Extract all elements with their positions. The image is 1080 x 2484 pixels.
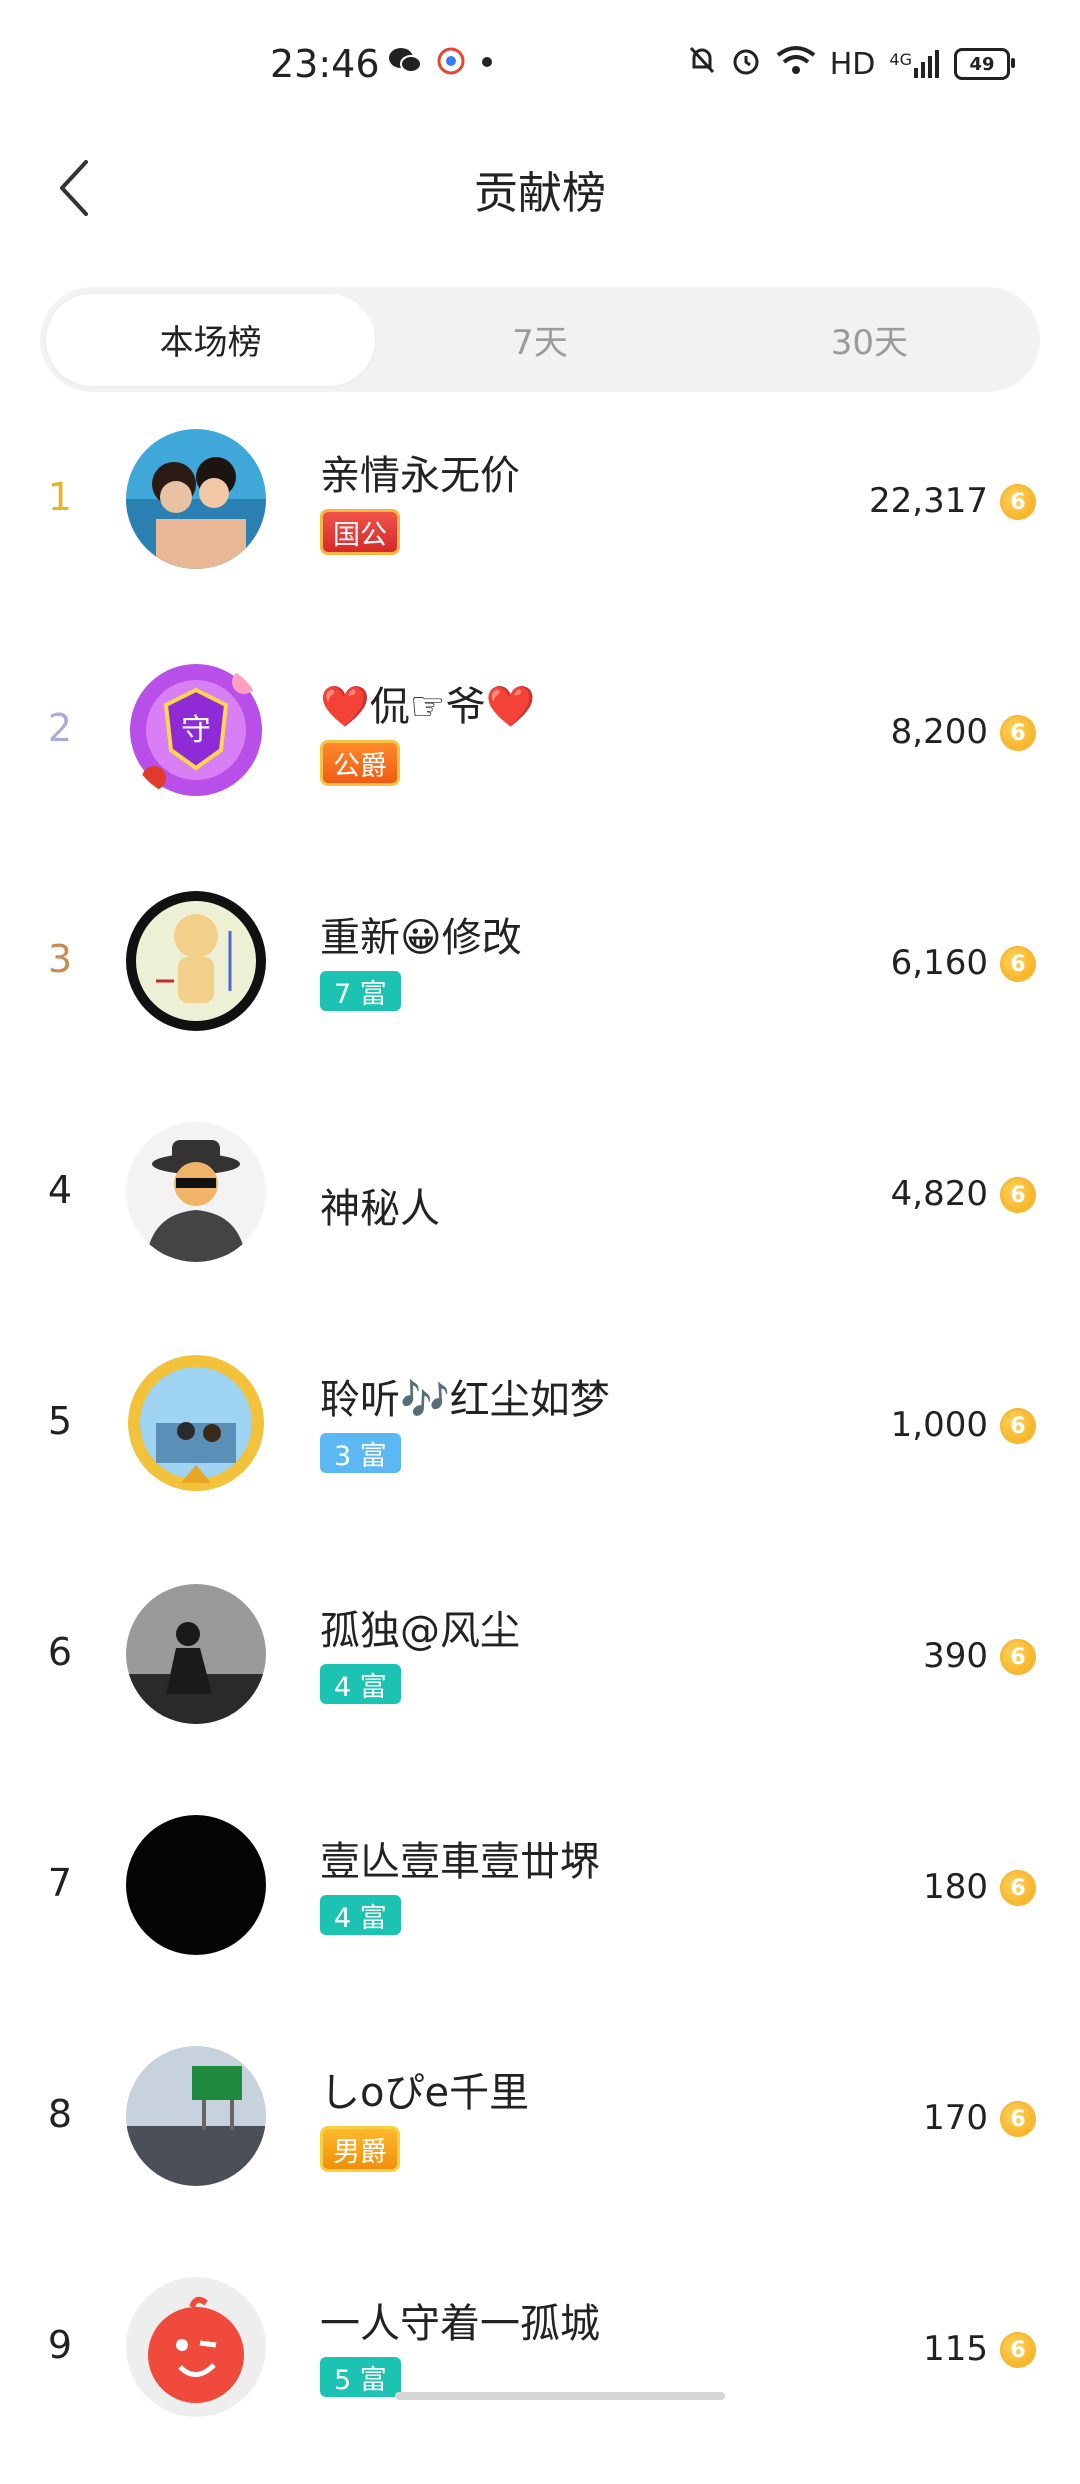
rank-number: 9 [47, 2323, 73, 2367]
avatar[interactable] [126, 891, 266, 1031]
rank-number: 3 [47, 937, 73, 981]
user-name: 孤独@风尘 [320, 1608, 520, 1654]
wealth-badge: 5 富 [320, 2357, 401, 2397]
list-item[interactable]: 1 亲情永无价 国公 22,317 6 [0, 405, 1080, 636]
bell-off-icon [688, 45, 716, 83]
user-name: 亲情永无价 [320, 453, 520, 499]
rank-number: 1 [47, 475, 73, 519]
user-name: 神秘人 [320, 1186, 440, 1232]
contribution-score: 8,200 [890, 712, 988, 752]
signal-icon: 4G [889, 50, 940, 78]
avatar[interactable] [126, 1353, 266, 1493]
contribution-score: 4,820 [890, 1174, 988, 1214]
header: 贡献榜 [0, 135, 1080, 235]
alarm-icon [730, 44, 762, 84]
rank-number: 8 [47, 2092, 73, 2136]
wealth-badge: 4 富 [320, 1895, 401, 1935]
notification-icons [388, 46, 494, 80]
list-item[interactable]: 5 聆听🎶红尘如梦 3 富 1,000 6 [0, 1329, 1080, 1560]
list-item[interactable]: 9 一人守着一孤城 5 富 115 6 [0, 2253, 1080, 2484]
user-name: 重新😀修改 [320, 915, 522, 961]
dot-icon [480, 54, 494, 73]
user-name: 一人守着一孤城 [320, 2301, 600, 2347]
coin-icon: 6 [1000, 1177, 1036, 1213]
avatar[interactable] [126, 429, 266, 569]
coin-icon: 6 [1000, 946, 1036, 982]
system-icons: HD 4G 49 [688, 44, 1015, 84]
contribution-score: 1,000 [890, 1405, 988, 1445]
contribution-score: 22,317 [869, 481, 988, 521]
coin-icon: 6 [1000, 1408, 1036, 1444]
list-item[interactable]: 3 重新😀修改 7 富 6,160 6 [0, 867, 1080, 1098]
rank-number: 4 [47, 1168, 73, 1212]
rank-badge: 国公 [320, 509, 400, 555]
wechat-icon [388, 46, 422, 80]
rank-badge: 公爵 [320, 740, 400, 786]
page-title: 贡献榜 [474, 168, 606, 219]
rank-number: 2 [47, 706, 73, 750]
contribution-score: 390 [923, 1636, 988, 1676]
wealth-badge: 3 富 [320, 1433, 401, 1473]
list-item[interactable]: 8 しoぴe千里 男爵 170 6 [0, 2022, 1080, 2253]
wealth-badge: 4 富 [320, 1664, 401, 1704]
user-name: 壹亾壹車壹丗堺 [320, 1839, 600, 1885]
app-icon [436, 46, 466, 80]
contribution-score: 180 [923, 1867, 988, 1907]
coin-icon: 6 [1000, 715, 1036, 751]
wifi-icon [776, 45, 816, 83]
user-name: しoぴe千里 [320, 2070, 530, 2116]
status-bar: 23:46 HD 4G 49 [0, 0, 1080, 135]
contribution-score: 115 [923, 2329, 988, 2369]
leaderboard-list: 1 亲情永无价 国公 22,317 6 2 守 ❤️侃☞爷❤️ 公爵 8,200… [0, 405, 1080, 2484]
coin-icon: 6 [1000, 1639, 1036, 1675]
tab-7-days[interactable]: 7天 [375, 294, 704, 386]
tab-30-days[interactable]: 30天 [705, 294, 1034, 386]
rank-number: 5 [47, 1399, 73, 1443]
tab-this-session[interactable]: 本场榜 [46, 293, 376, 386]
svg-text:守: 守 [181, 713, 211, 748]
rank-number: 6 [47, 1630, 73, 1674]
avatar[interactable] [126, 1122, 266, 1262]
network-type: HD [829, 46, 876, 82]
list-item[interactable]: 7 壹亾壹車壹丗堺 4 富 180 6 [0, 1791, 1080, 2022]
avatar[interactable] [126, 2046, 266, 2186]
contribution-score: 6,160 [890, 943, 988, 983]
wealth-badge: 7 富 [320, 971, 401, 1011]
home-indicator[interactable] [395, 2392, 725, 2400]
rank-badge: 男爵 [320, 2126, 400, 2172]
list-item[interactable]: 6 孤独@风尘 4 富 390 6 [0, 1560, 1080, 1791]
rank-number: 7 [47, 1861, 73, 1905]
status-time: 23:46 [270, 42, 380, 86]
avatar[interactable] [126, 2277, 266, 2417]
coin-icon: 6 [1000, 1870, 1036, 1906]
list-item[interactable]: 2 守 ❤️侃☞爷❤️ 公爵 8,200 6 [0, 636, 1080, 867]
coin-icon: 6 [1000, 2101, 1036, 2137]
coin-icon: 6 [1000, 484, 1036, 520]
user-name: ❤️侃☞爷❤️ [320, 684, 536, 730]
user-name: 聆听🎶红尘如梦 [320, 1377, 610, 1423]
avatar[interactable] [126, 1815, 266, 1955]
contribution-score: 170 [923, 2098, 988, 2138]
coin-icon: 6 [1000, 2332, 1036, 2368]
avatar[interactable] [126, 1584, 266, 1724]
list-item[interactable]: 4 神秘人 4,820 6 [0, 1098, 1080, 1329]
battery-icon: 49 [954, 48, 1015, 80]
period-tabs: 本场榜 7天 30天 [40, 287, 1040, 392]
avatar[interactable]: 守 [126, 660, 266, 800]
